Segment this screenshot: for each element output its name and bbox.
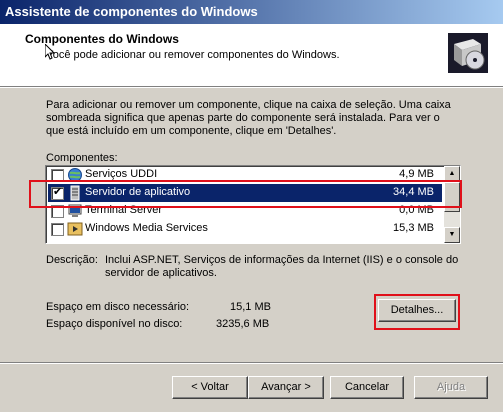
next-button[interactable]: Avançar > <box>248 376 324 399</box>
help-button[interactable]: Ajuda <box>414 376 488 399</box>
description-label: Descrição: <box>46 254 98 266</box>
disk-available-value: 3235,6 MB <box>216 318 270 330</box>
media-services-icon <box>67 222 83 236</box>
header-subtitle: Você pode adicionar ou remover component… <box>46 49 340 61</box>
components-box-icon <box>445 30 491 76</box>
component-label: Windows Media Services <box>85 222 208 234</box>
component-size: 4,9 MB <box>399 168 434 180</box>
components-label: Componentes: <box>46 152 118 164</box>
highlight-annotation-selected-row <box>29 180 462 208</box>
highlight-annotation-details <box>374 294 460 330</box>
instructions-text: Para adicionar ou remover um componente,… <box>46 99 451 137</box>
footer-separator-light <box>0 363 503 364</box>
disk-available-label: Espaço disponível no disco: <box>46 318 183 330</box>
title-bar[interactable]: Assistente de componentes do Windows <box>0 0 503 24</box>
list-item[interactable]: Windows Media Services 15,3 MB <box>48 220 442 238</box>
back-button[interactable]: < Voltar <box>172 376 248 399</box>
description-text: Inclui ASP.NET, Serviços de informações … <box>105 254 459 279</box>
wizard-header: Componentes do Windows Você pode adicion… <box>0 24 503 87</box>
disk-required-value: 15,1 MB <box>230 301 271 313</box>
window-title: Assistente de componentes do Windows <box>5 4 258 19</box>
cancel-button[interactable]: Cancelar <box>330 376 404 399</box>
component-checkbox[interactable] <box>51 223 64 236</box>
component-label: Serviços UDDI <box>85 168 158 180</box>
component-size: 15,3 MB <box>393 222 434 234</box>
mouse-cursor-icon <box>45 44 55 60</box>
header-separator <box>0 87 503 88</box>
disk-required-label: Espaço em disco necessário: <box>46 301 190 313</box>
scroll-down-button[interactable]: ▼ <box>444 227 460 243</box>
wizard-window: Assistente de componentes do Windows Com… <box>0 0 503 412</box>
